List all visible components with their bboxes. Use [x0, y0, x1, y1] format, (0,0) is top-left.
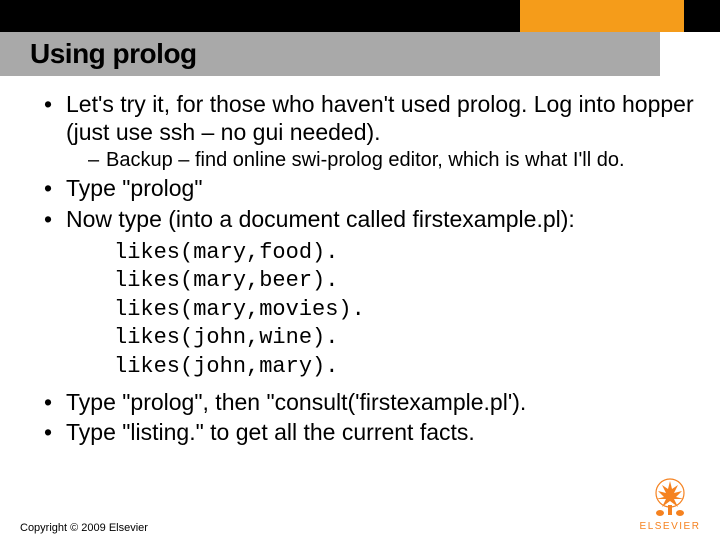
bullet-text: Now type (into a document called firstex…	[66, 206, 575, 232]
sub-bullet-item: Backup – find online swi-prolog editor, …	[88, 148, 700, 172]
orange-accent-box	[520, 0, 684, 32]
slide-title: Using prolog	[30, 38, 197, 70]
bullet-text: Type "prolog"	[66, 175, 203, 201]
tree-icon	[648, 475, 692, 519]
bullet-item: Type "listing." to get all the current f…	[44, 418, 700, 446]
content-area: Let's try it, for those who haven't used…	[0, 76, 720, 446]
copyright-footer: Copyright © 2009 Elsevier	[20, 522, 148, 534]
code-block: likes(mary,food). likes(mary,beer). like…	[66, 239, 700, 382]
bullet-item: Type "prolog", then "consult('firstexamp…	[44, 388, 700, 416]
elsevier-logo: ELSEVIER	[636, 475, 704, 532]
title-bar: Using prolog	[0, 32, 660, 76]
bullet-text: Type "prolog", then "consult('firstexamp…	[66, 389, 526, 415]
bullet-text: Let's try it, for those who haven't used…	[66, 91, 694, 145]
bullet-text: Type "listing." to get all the current f…	[66, 419, 475, 445]
bullet-item: Type "prolog"	[44, 174, 700, 202]
header-bar	[0, 0, 720, 32]
logo-text: ELSEVIER	[636, 521, 704, 532]
bullet-item: Now type (into a document called firstex…	[44, 205, 700, 382]
main-bullet-list: Let's try it, for those who haven't used…	[20, 90, 700, 446]
sub-bullet-text: Backup – find online swi-prolog editor, …	[106, 149, 625, 171]
bullet-item: Let's try it, for those who haven't used…	[44, 90, 700, 172]
sub-bullet-list: Backup – find online swi-prolog editor, …	[66, 148, 700, 172]
